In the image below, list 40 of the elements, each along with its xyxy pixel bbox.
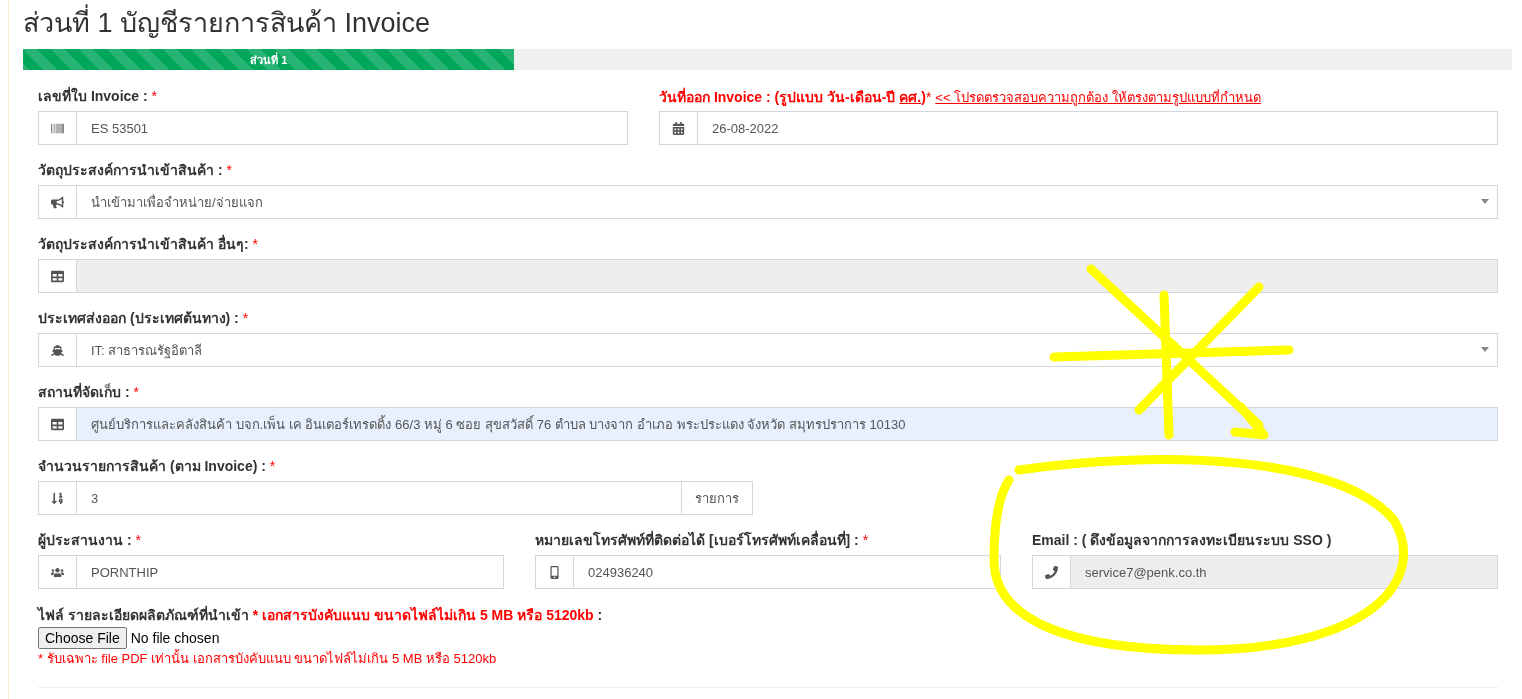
field-label: จำนวนรายการสินค้า (ตาม Invoice) : *	[38, 457, 276, 475]
field-label: เลขที่ใบ Invoice : *	[38, 87, 158, 105]
text-field[interactable]: PORNTHIP	[38, 555, 504, 589]
field-label: ผู้ประสานงาน : *	[38, 531, 141, 549]
phone-icon	[1045, 565, 1058, 579]
readonly-field[interactable]: service7@penk.co.th	[1032, 555, 1498, 589]
megaphone-icon	[51, 195, 64, 209]
select-dropdown[interactable]: IT: สาธารณรัฐอิตาลี	[38, 333, 1498, 367]
choose-file-button[interactable]: Choose File	[38, 627, 127, 649]
table-icon	[51, 417, 64, 431]
readonly-field[interactable]	[38, 259, 1498, 293]
field-label: หมายเลขโทรศัพท์ที่ติดต่อได้ [เบอร์โทรศัพท์เคลื่อนที่] : *	[535, 531, 869, 549]
unit-addon: รายการ	[681, 482, 752, 514]
text-field[interactable]: 26-08-2022	[659, 111, 1498, 145]
table-icon	[51, 269, 64, 283]
field-label: วัตถุประสงค์การนำเข้าสินค้า : *	[38, 161, 232, 179]
file-label: ไฟล์ รายละเอียดผลิตภัณฑ์ที่นำเข้า * เอกสารบังคับแนบ ขนาดไฟล์ไม่เกิน 5 MB หรือ 5120kb :	[38, 607, 603, 623]
text-field[interactable]: ES 53501	[38, 111, 628, 145]
barcode-icon	[51, 121, 64, 135]
field-label: วันที่ออก Invoice : (รูปแบบ วัน-เดือน-ปี คศ.)*	[659, 88, 932, 106]
file-hint: * รับเฉพาะ file PDF เท่านั้น เอกสารบังคับแนบ ขนาดไฟล์ไม่เกิน 5 MB หรือ 5120kb	[38, 651, 498, 667]
sort-numeric-icon	[51, 491, 64, 505]
progress-fill: ส่วนที่ 1	[23, 49, 515, 70]
file-status: No file chosen	[130, 630, 220, 646]
caret-icon	[1481, 347, 1489, 352]
field-label: ประเทศส่งออก (ประเทศต้นทาง) : *	[38, 309, 249, 327]
field-label: วัตถุประสงค์การนำเข้าสินค้า อื่นๆ: *	[38, 235, 258, 253]
select-dropdown[interactable]: นำเข้ามาเพื่อจำหน่าย/จ่ายแจก	[38, 185, 1498, 219]
mobile-phone-icon	[548, 565, 561, 579]
ship-icon	[51, 343, 64, 357]
page-title: ส่วนที่ 1 บัญชีรายการสินค้า Invoice	[23, 0, 1512, 40]
users-icon	[51, 565, 64, 579]
text-field[interactable]: ศูนย์บริการและคลังสินค้า บจก.เพ็น เค อินเตอร์เทรดดิ้ง 66/3 หมู่ 6 ซอย สุขสวัสดิ์ 76 ตำบล บางจาก อำเภอ พระประแดง จังหวัด สมุทรปราการ 10130	[38, 407, 1498, 441]
format-check-link[interactable]: << โปรดตรวจสอบความถูกต้อง ให้ตรงตามรูปแบบที่กำหนด	[935, 87, 1261, 108]
caret-icon	[1481, 199, 1489, 204]
field-label: Email : ( ดึงข้อมูลจากการลงทะเบียนระบบ SSO )	[1032, 531, 1332, 549]
text-field[interactable]: 024936240	[535, 555, 1001, 589]
field-label: สถานที่จัดเก็บ : *	[38, 383, 139, 401]
number-field[interactable]: 3 รายการ	[38, 481, 753, 515]
calendar-icon	[672, 121, 685, 135]
